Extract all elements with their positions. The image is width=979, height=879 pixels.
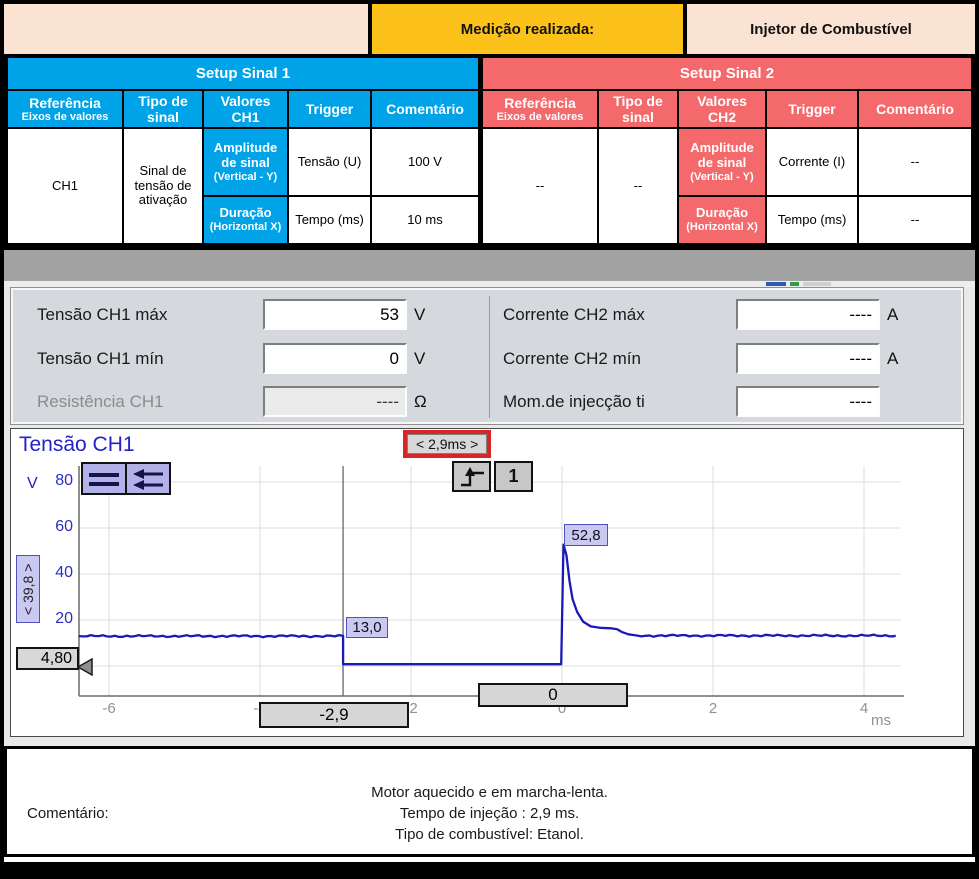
x-tick-label: -6 xyxy=(87,700,131,717)
panel-divider xyxy=(489,296,490,418)
setup1-duracao-ref: Duração(Horizontal X) xyxy=(204,197,287,243)
peak-value-label: 52,8 xyxy=(564,524,608,546)
ch1-min-label: Tensão CH1 mín xyxy=(37,349,164,369)
bottom-black-bar xyxy=(4,862,975,877)
setup-sinal-2-table: Setup Sinal 2 ReferênciaEixos de valores… xyxy=(483,58,971,243)
left-arrows-icon xyxy=(129,466,167,492)
baseline-value-label: 13,0 xyxy=(346,617,388,638)
injection-time-field[interactable]: ---- xyxy=(736,386,880,417)
y-tick-label: 60 xyxy=(39,518,73,536)
setup1-title: Setup Sinal 1 xyxy=(8,58,478,89)
ch2-max-field[interactable]: ---- xyxy=(736,299,880,330)
setup1-duracao-valor: 10 ms xyxy=(372,197,478,243)
setup1-col-comentario: Comentário xyxy=(372,91,478,127)
ch1-min-field[interactable]: 0 xyxy=(263,343,407,374)
y-tick-label: 20 xyxy=(39,610,73,628)
window-gray-band xyxy=(4,250,975,281)
setup2-comentario-value: -- xyxy=(599,129,677,243)
setup1-amplitude-ref: Amplitude de sinal(Vertical - Y) xyxy=(204,129,287,195)
setup1-col-valores: Valores CH1 xyxy=(204,91,287,127)
top-section: Medição realizada: Injetor de Combustíve… xyxy=(4,4,975,250)
chart-title: Tensão CH1 xyxy=(19,433,135,457)
setup1-duracao-tipo: Tempo (ms) xyxy=(289,197,370,243)
header-blank-cell xyxy=(4,4,368,54)
time-zero-cursor[interactable]: 0 xyxy=(478,683,628,707)
setup1-trigger-value: CH1 xyxy=(8,129,122,243)
ch1-min-unit: V xyxy=(414,349,425,369)
trigger-channel-button[interactable]: 1 xyxy=(494,461,533,492)
horizontal-lines-icon xyxy=(85,466,123,492)
comment-line: Tempo de injeção : 2,9 ms. xyxy=(7,803,972,824)
x-tick-label: 2 xyxy=(691,700,735,717)
setup2-duracao-valor: -- xyxy=(859,197,971,243)
setup1-col-tipo: Tipo de sinal xyxy=(124,91,202,127)
ch1-max-unit: V xyxy=(414,305,425,325)
level-readout[interactable]: 4,80 xyxy=(16,647,79,670)
ch1-waveform xyxy=(79,545,896,665)
time-cursor[interactable]: -2,9 xyxy=(259,702,409,728)
setup2-col-referencia: ReferênciaEixos de valores xyxy=(483,91,597,127)
pulse-width-value: < 2,9ms > xyxy=(407,434,487,454)
ch2-min-label: Corrente CH2 mín xyxy=(503,349,641,369)
header-medicao-label: Medição realizada: xyxy=(372,4,683,54)
setup1-col-referencia: ReferênciaEixos de valores xyxy=(8,91,122,127)
setup1-col-trigger: Trigger xyxy=(289,91,370,127)
ch1-resistance-field[interactable]: ---- xyxy=(263,386,407,417)
setup1-comentario-value: Sinal de tensão de ativação xyxy=(124,129,202,243)
setup2-trigger-value: -- xyxy=(483,129,597,243)
ch2-max-label: Corrente CH2 máx xyxy=(503,305,645,325)
ch1-resistance-unit: Ω xyxy=(414,392,427,412)
report-page: Medição realizada: Injetor de Combustíve… xyxy=(0,0,979,879)
header-medicao-value: Injetor de Combustível xyxy=(687,4,975,54)
setup1-amplitude-tipo: Tensão (U) xyxy=(289,129,370,195)
scope-window: Tensão CH1 máx 53 V Tensão CH1 mín 0 V R… xyxy=(4,250,975,746)
ch1-max-label: Tensão CH1 máx xyxy=(37,305,167,325)
ch2-min-field[interactable]: ---- xyxy=(736,343,880,374)
setup2-col-valores: Valores CH2 xyxy=(679,91,765,127)
level-marker-icon[interactable] xyxy=(77,658,94,677)
mini-indicator-blue xyxy=(766,282,786,286)
trigger-buttons: 1 xyxy=(452,461,533,492)
setup2-amplitude-valor: -- xyxy=(859,129,971,195)
setup2-amplitude-tipo: Corrente (I) xyxy=(767,129,857,195)
setup2-amplitude-ref: Amplitude de sinal(Vertical - Y) xyxy=(679,129,765,195)
channel-arrows-button[interactable] xyxy=(125,462,171,495)
injection-time-label: Mom.de injecção ti xyxy=(503,392,645,412)
setup2-col-tipo: Tipo de sinal xyxy=(599,91,677,127)
setup2-title: Setup Sinal 2 xyxy=(483,58,971,89)
setup2-duracao-tipo: Tempo (ms) xyxy=(767,197,857,243)
ch2-min-unit: A xyxy=(887,349,898,369)
setup2-duracao-ref: Duração(Horizontal X) xyxy=(679,197,765,243)
pulse-width-annotation[interactable]: < 2,9ms > xyxy=(403,430,491,458)
ch2-max-unit: A xyxy=(887,305,898,325)
comment-section: Comentário: Motor aquecido e em marcha-l… xyxy=(4,746,975,857)
ch1-resistance-label: Resistência CH1 xyxy=(37,392,164,412)
setup2-col-comentario: Comentário xyxy=(859,91,971,127)
setup-sinal-1-table: Setup Sinal 1 ReferênciaEixos de valores… xyxy=(8,58,478,243)
comment-line: Motor aquecido e em marcha-lenta. xyxy=(7,782,972,803)
setup2-col-trigger: Trigger xyxy=(767,91,857,127)
setup1-amplitude-valor: 100 V xyxy=(372,129,478,195)
vertical-range-handle[interactable]: < 39,8 > xyxy=(16,555,40,623)
comment-body: Motor aquecido e em marcha-lenta. Tempo … xyxy=(7,782,972,845)
mini-indicator-gray xyxy=(803,282,831,286)
oscilloscope-chart: Tensão CH1 < 2,9ms > V ms xyxy=(10,428,964,737)
comment-line: Tipo de combustível: Etanol. xyxy=(7,824,972,845)
mini-indicator-green xyxy=(790,282,799,286)
x-tick-label: 4 xyxy=(842,700,886,717)
trigger-edge-button[interactable] xyxy=(452,461,491,492)
channel-buttons xyxy=(81,462,171,495)
rising-edge-icon xyxy=(457,465,487,489)
measurement-panel: Tensão CH1 máx 53 V Tensão CH1 mín 0 V R… xyxy=(10,287,964,425)
y-tick-label: 80 xyxy=(39,472,73,490)
ch1-max-field[interactable]: 53 xyxy=(263,299,407,330)
y-axis-unit: V xyxy=(27,475,38,493)
channel-lines-button[interactable] xyxy=(81,462,127,495)
y-tick-label: 40 xyxy=(39,564,73,582)
